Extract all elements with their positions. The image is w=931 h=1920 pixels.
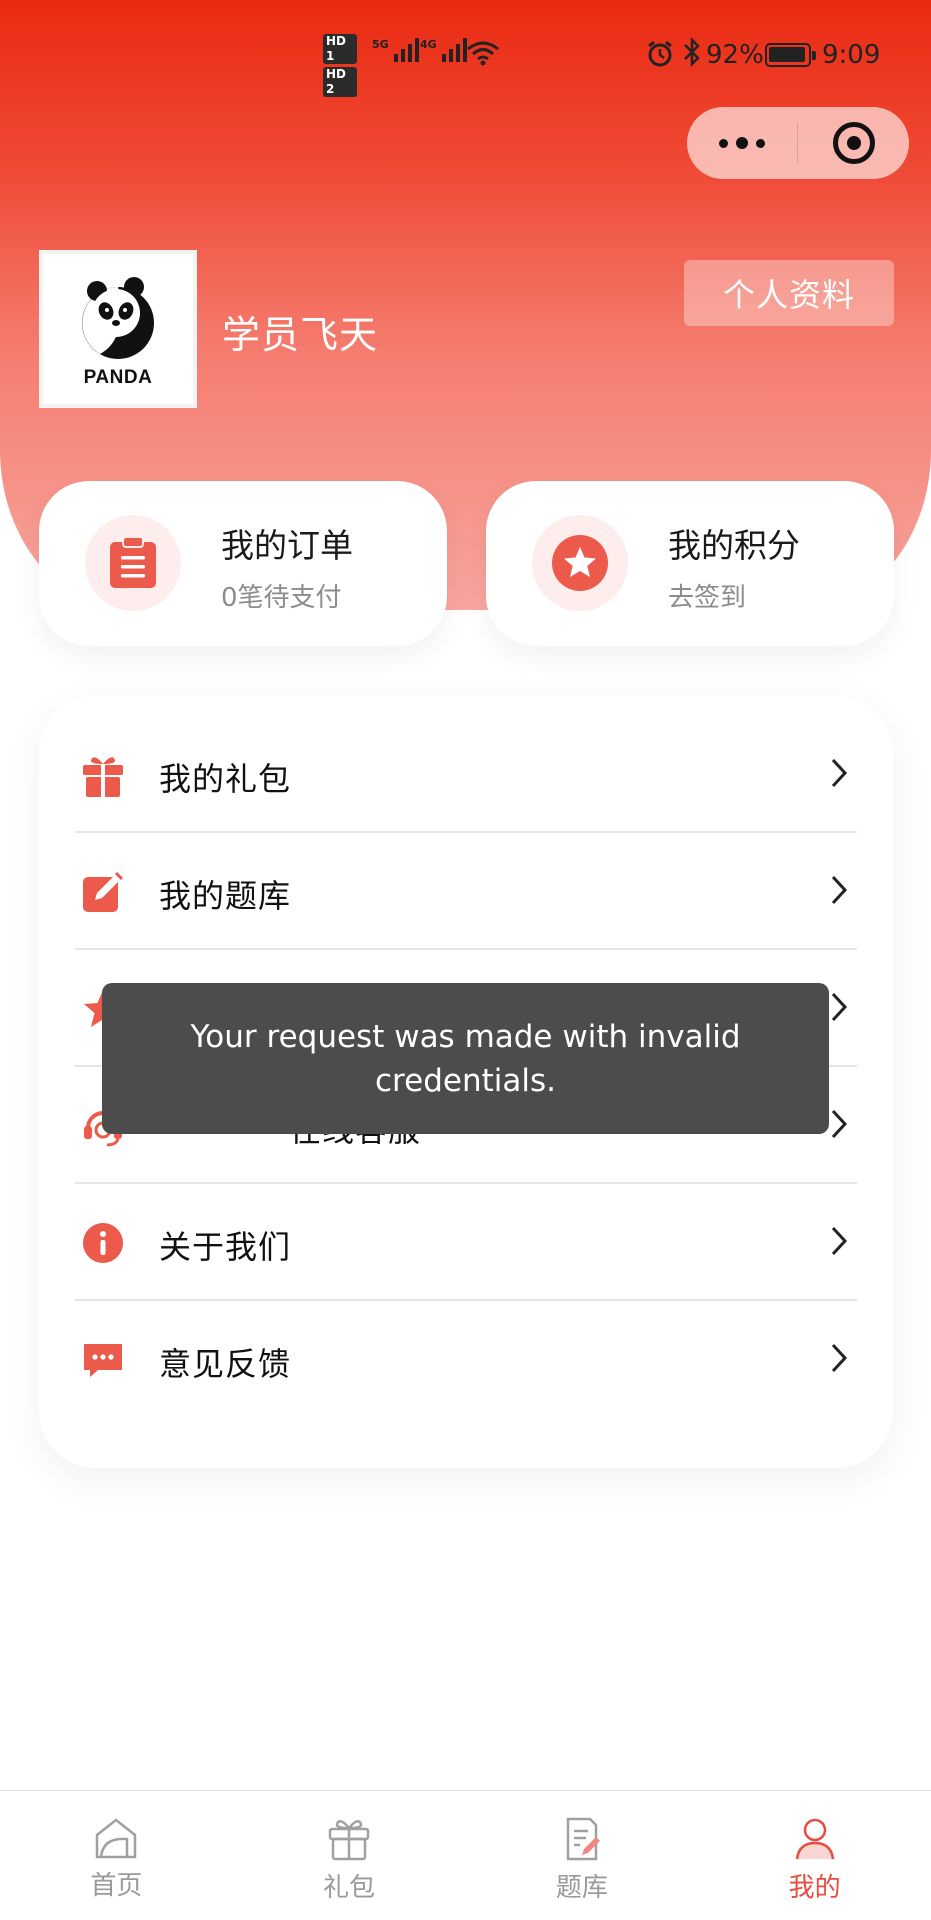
error-toast: Your request was made with invalid crede… xyxy=(102,983,829,1134)
signal-5g-icon: 5G xyxy=(372,38,419,62)
orders-card[interactable]: 我的订单 0笔待支付 xyxy=(39,481,447,646)
avatar-text: PANDA xyxy=(83,367,153,388)
home-icon xyxy=(96,1818,137,1859)
status-bar: HD 1 HD 2 5G 4G 92% 9:09 xyxy=(0,28,931,97)
menu-item-gifts[interactable]: 我的礼包 xyxy=(75,716,857,833)
miniprogram-capsule xyxy=(687,107,909,179)
tab-home[interactable]: 首页 xyxy=(0,1791,233,1920)
chevron-right-icon xyxy=(829,1341,849,1379)
chevron-right-icon xyxy=(829,756,849,794)
clipboard-icon xyxy=(85,515,181,611)
orders-title: 我的订单 xyxy=(221,526,353,565)
menu-label: 我的题库 xyxy=(159,877,292,915)
menu-item-feedback[interactable]: 意见反馈 xyxy=(75,1301,857,1418)
more-dots-icon[interactable] xyxy=(687,107,797,179)
battery-percentage: 92% xyxy=(706,40,764,70)
chevron-right-icon xyxy=(829,873,849,911)
sim-indicators: HD 1 HD 2 xyxy=(323,34,363,100)
tab-bar: 首页 礼包 题库 我的 xyxy=(0,1790,931,1920)
orders-subtitle: 0笔待支付 xyxy=(221,583,342,613)
avatar[interactable]: PANDA xyxy=(39,250,197,408)
edit-icon xyxy=(81,870,125,914)
sim1-label: HD 1 xyxy=(323,34,357,64)
battery-icon xyxy=(765,43,816,67)
tab-mine[interactable]: 我的 xyxy=(698,1791,931,1920)
user-icon xyxy=(795,1818,834,1860)
menu-label: 意见反馈 xyxy=(159,1345,292,1383)
tab-label: 题库 xyxy=(555,1873,608,1903)
tab-label: 首页 xyxy=(90,1871,143,1901)
tab-question-bank[interactable]: 题库 xyxy=(466,1791,699,1920)
alarm-icon xyxy=(646,40,674,72)
tab-gifts[interactable]: 礼包 xyxy=(233,1791,466,1920)
panda-logo-icon xyxy=(82,277,154,359)
bluetooth-icon xyxy=(682,36,702,74)
target-close-icon[interactable] xyxy=(798,122,909,164)
gift-icon xyxy=(81,753,125,797)
tab-label: 我的 xyxy=(788,1873,841,1903)
points-title: 我的积分 xyxy=(668,526,800,565)
menu-label: 我的礼包 xyxy=(159,760,292,798)
chevron-right-icon xyxy=(829,1107,849,1145)
wifi-icon xyxy=(466,40,500,70)
message-icon xyxy=(81,1338,125,1382)
question-bank-icon xyxy=(566,1817,600,1861)
username: 学员飞天 xyxy=(222,313,379,357)
clock: 9:09 xyxy=(822,40,881,70)
chevron-right-icon xyxy=(829,990,849,1028)
tab-label: 礼包 xyxy=(323,1873,376,1903)
signal-4g-icon: 4G xyxy=(420,38,467,62)
sim2-label: HD 2 xyxy=(323,67,357,97)
info-icon xyxy=(81,1221,125,1265)
menu-item-question-bank[interactable]: 我的题库 xyxy=(75,833,857,950)
profile-button[interactable]: 个人资料 xyxy=(684,260,894,326)
menu-item-about[interactable]: 关于我们 xyxy=(75,1184,857,1301)
points-subtitle: 去签到 xyxy=(668,583,747,613)
chevron-right-icon xyxy=(829,1224,849,1262)
menu-label: 关于我们 xyxy=(159,1228,292,1266)
star-badge-icon xyxy=(532,515,628,611)
points-card[interactable]: 我的积分 去签到 xyxy=(486,481,894,646)
gift-icon xyxy=(328,1820,370,1861)
